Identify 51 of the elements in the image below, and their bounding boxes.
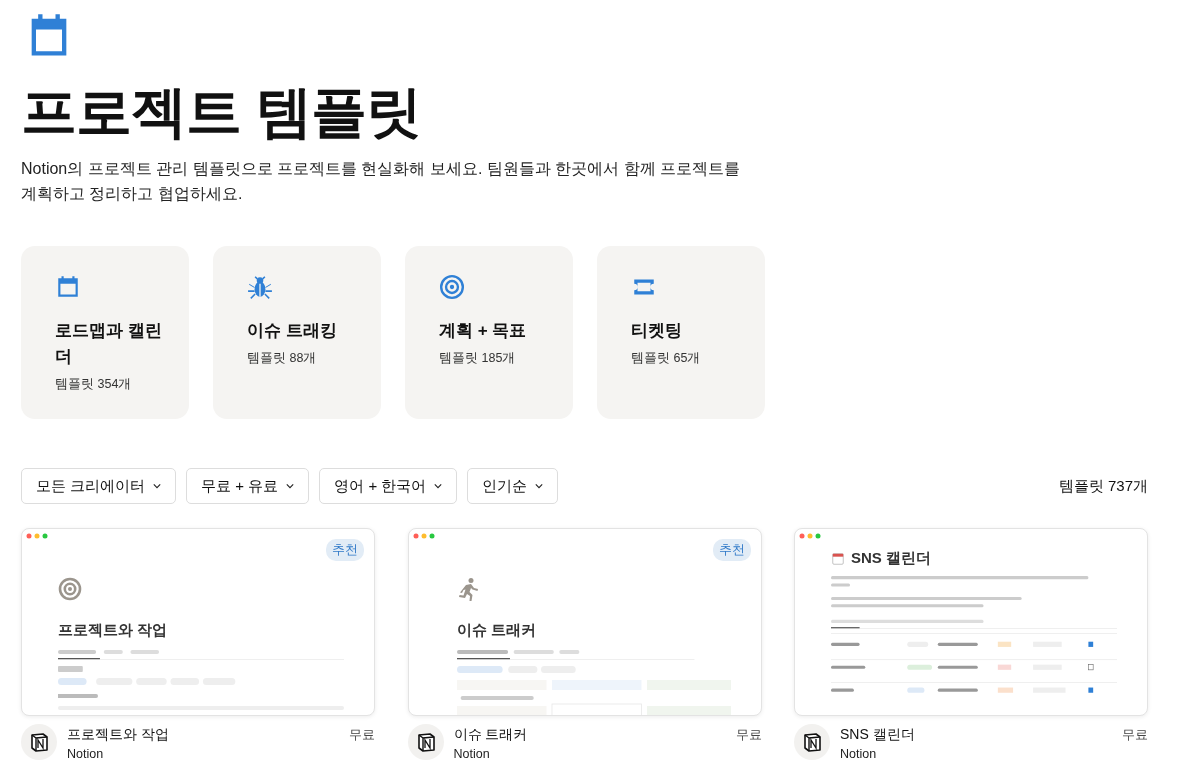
target-icon: [58, 577, 82, 602]
category-title: 로드맵과 캘린더: [55, 320, 163, 369]
category-card[interactable]: 계획 + 목표 템플릿 185개: [405, 246, 573, 420]
filter-dropdown[interactable]: 모든 크리에이터: [21, 468, 177, 505]
filter-dropdown[interactable]: 영어 + 한국어: [319, 468, 458, 505]
creator-name: Notion: [840, 747, 878, 762]
category-title: 계획 + 목표: [439, 320, 528, 343]
preview-title: SNS 캘린더: [851, 549, 931, 569]
template-name[interactable]: 프로젝트와 작업: [67, 724, 339, 745]
template-count: 템플릿 354개: [55, 376, 133, 394]
cube-logo-icon: [21, 724, 57, 761]
caret-icon: [434, 483, 443, 490]
category-card[interactable]: 티켓팅 템플릿 65개: [597, 246, 765, 420]
cube-logo-icon: [407, 724, 444, 761]
window-controls-icon: [26, 533, 50, 540]
template-name[interactable]: 이슈 트래커: [453, 724, 726, 745]
price-label: 무료: [1122, 726, 1148, 745]
template-preview[interactable]: 추천 이슈 트래커: [407, 528, 762, 717]
category-card[interactable]: 이슈 트래킹 템플릿 88개: [213, 246, 381, 420]
template-count: 템플릿 185개: [439, 350, 517, 368]
filter-dropdown[interactable]: 무료 + 유료: [186, 468, 310, 505]
target-icon: [439, 274, 465, 301]
caret-icon: [535, 483, 544, 490]
runner-icon: [456, 577, 481, 602]
category-title: 이슈 트래킹: [247, 320, 338, 343]
template-preview[interactable]: 추천 프로젝트와 작업: [21, 528, 375, 717]
cube-logo-icon: [794, 724, 830, 761]
window-controls-icon: [412, 533, 437, 540]
preview-title: 이슈 트래커: [456, 621, 537, 641]
caret-icon: [286, 483, 295, 490]
template-name[interactable]: SNS 캘린더: [840, 724, 1112, 745]
preview-title: 프로젝트와 작업: [58, 621, 169, 641]
page-description: Notion의 프로젝트 관리 템플릿으로 프로젝트를 현실화해 보세요. 팀원들과 한곳에서 함께 프로젝트를 계획하고 정리하고 협업하세요.: [21, 159, 741, 205]
template-count: 템플릿 65개: [631, 350, 702, 368]
recommended-badge: 추천: [712, 539, 751, 562]
template-count: 템플릿 88개: [247, 350, 318, 368]
category-card[interactable]: 로드맵과 캘린더 템플릿 354개: [21, 246, 189, 420]
bug-icon: [247, 274, 273, 301]
window-controls-icon: [799, 533, 823, 540]
creator-name: Notion: [453, 747, 491, 762]
price-label: 무료: [735, 726, 762, 745]
caret-icon: [153, 483, 162, 490]
recommended-badge: 추천: [326, 539, 364, 562]
total-count: 템플릿 737개: [1058, 476, 1148, 496]
page-title: 프로젝트 템플릿: [21, 80, 422, 145]
category-title: 티켓팅: [631, 320, 683, 343]
calendar-icon: [831, 551, 845, 566]
template-preview[interactable]: SNS 캘린더: [794, 528, 1148, 717]
creator-name: Notion: [67, 747, 105, 762]
price-label: 무료: [349, 726, 375, 745]
filter-dropdown[interactable]: 인기순: [467, 468, 559, 505]
